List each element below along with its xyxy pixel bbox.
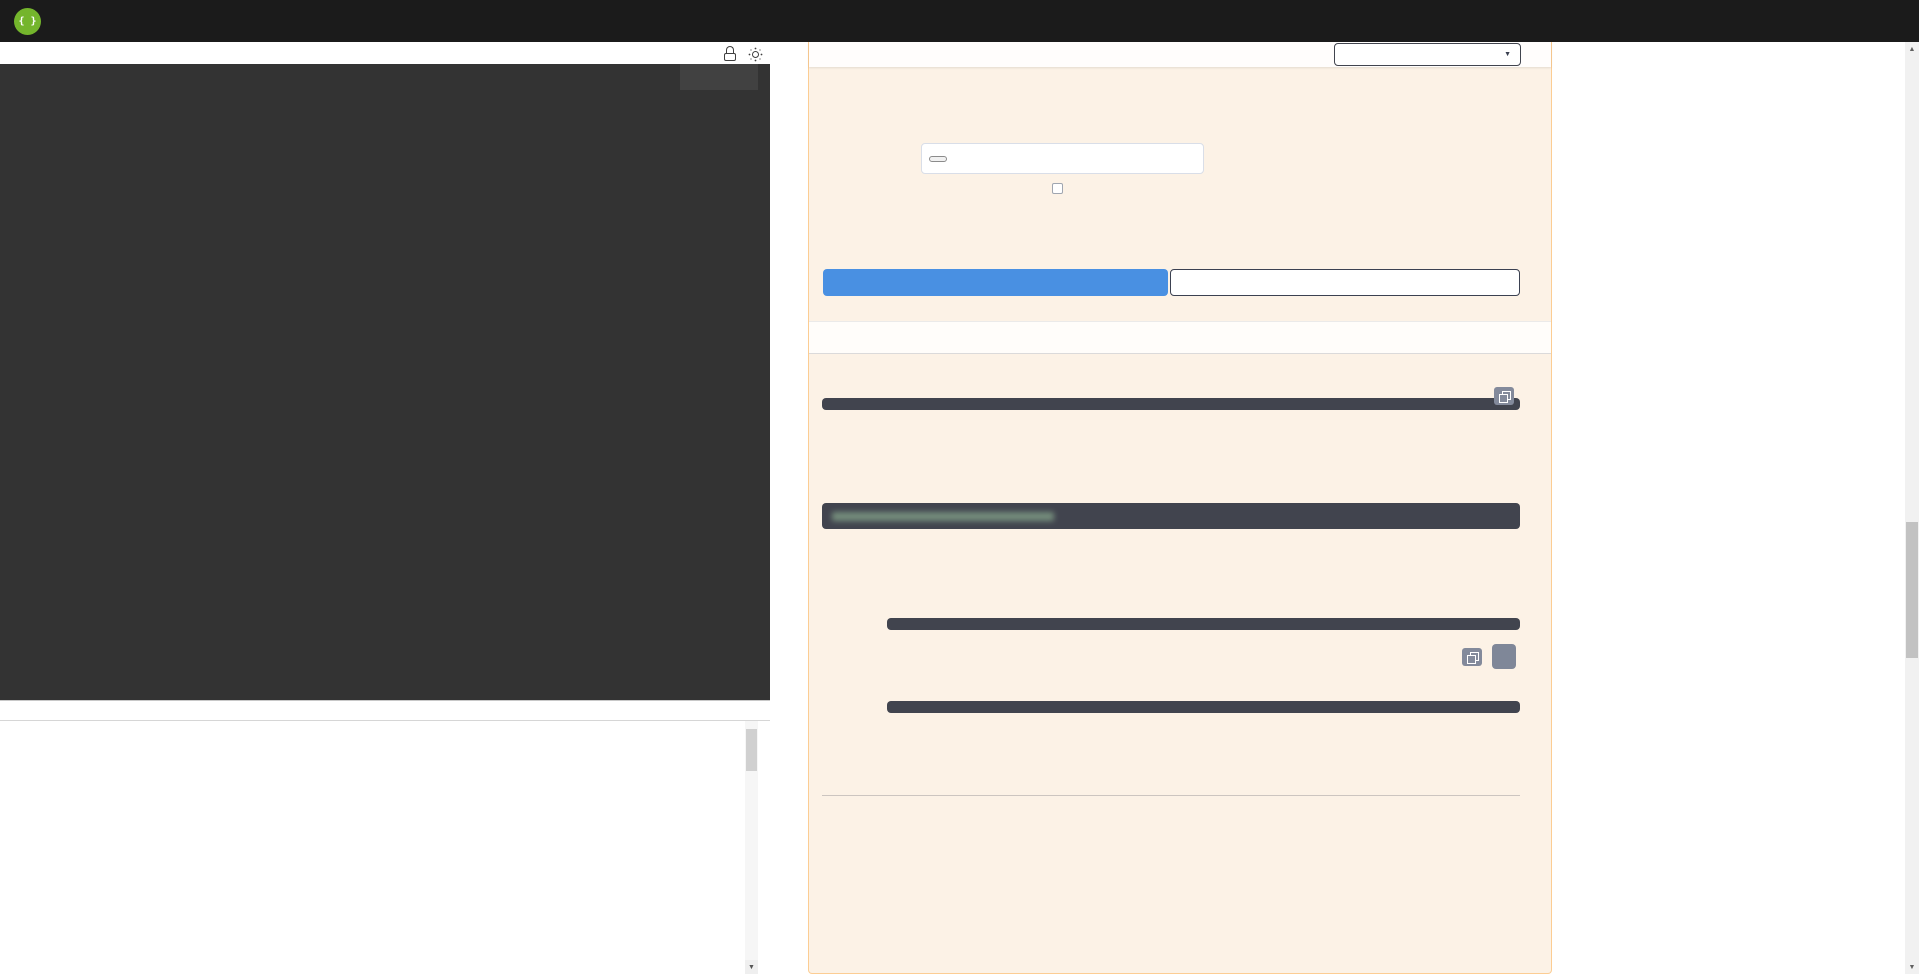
error-panel-header — [0, 701, 770, 721]
error-panel-scrollbar[interactable]: ▼ — [745, 721, 758, 974]
copy-icon[interactable] — [1462, 648, 1482, 666]
scrollbar-up-arrow[interactable]: ▲ — [1905, 42, 1919, 56]
redacted-blur — [832, 512, 1054, 521]
scrollbar-thumb[interactable] — [746, 729, 757, 771]
chevron-down-icon: ▼ — [1504, 51, 1511, 58]
lock-body — [724, 53, 736, 61]
code-editor[interactable] — [0, 64, 770, 700]
scrollbar-thumb[interactable] — [1906, 522, 1918, 658]
api-docs-pane: ▼ — [795, 42, 1905, 974]
logo-glyph: { } — [18, 16, 36, 27]
lock-icon[interactable] — [722, 46, 738, 61]
response-body-block — [887, 618, 1520, 630]
lock-shackle — [726, 46, 734, 53]
request-body-section-header: ▼ — [809, 42, 1551, 67]
request-url-block — [822, 503, 1520, 529]
responses-table-divider — [822, 795, 1520, 796]
download-button[interactable] — [1492, 644, 1516, 669]
copy-icon[interactable] — [1494, 387, 1514, 405]
response-headers-block — [887, 701, 1520, 713]
error-rows — [0, 721, 770, 811]
swagger-editor-brand[interactable]: { } — [14, 8, 50, 35]
file-input[interactable] — [921, 143, 1204, 174]
marker-strip[interactable] — [758, 64, 770, 700]
window-scrollbar[interactable]: ▲ ▼ — [1905, 42, 1919, 974]
responses-section-header — [809, 321, 1551, 354]
editor-toolbar — [0, 42, 770, 64]
swagger-logo-icon: { } — [14, 8, 41, 35]
sun-core — [752, 51, 759, 58]
clear-button[interactable] — [1170, 269, 1520, 296]
minimap[interactable] — [680, 64, 758, 700]
error-panel: ▼ — [0, 700, 770, 974]
scrollbar-down-arrow[interactable]: ▼ — [745, 960, 758, 974]
response-body-controls — [1462, 644, 1516, 669]
request-body-title — [823, 46, 829, 62]
minimap-viewport[interactable] — [680, 64, 758, 90]
choose-file-button[interactable] — [929, 156, 947, 162]
put-operation-block: ▼ — [808, 42, 1552, 974]
execute-button[interactable] — [823, 269, 1168, 296]
scrollbar-down-arrow[interactable]: ▼ — [1905, 960, 1919, 974]
top-navbar: { } — [0, 0, 1919, 42]
content-type-select[interactable]: ▼ — [1334, 43, 1521, 66]
curl-command-block — [822, 398, 1520, 410]
send-empty-checkbox[interactable] — [1052, 183, 1063, 194]
theme-sun-icon[interactable] — [748, 47, 763, 62]
